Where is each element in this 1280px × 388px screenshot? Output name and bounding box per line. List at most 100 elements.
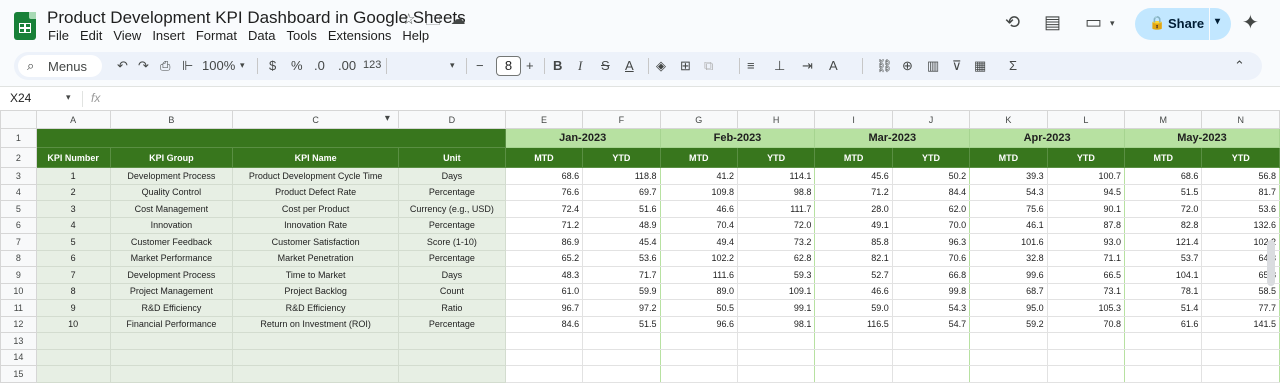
mtd-cell[interactable]: 49.4 — [659, 233, 738, 251]
mtd-cell[interactable]: 54.3 — [969, 183, 1048, 201]
kpi-number-cell[interactable]: 7 — [35, 266, 111, 284]
mtd-cell[interactable]: 82.8 — [1124, 216, 1203, 234]
ytd-header[interactable]: YTD — [1201, 147, 1280, 168]
empty-cell[interactable] — [659, 348, 738, 366]
select-all-corner[interactable] — [0, 110, 37, 129]
empty-cell[interactable] — [736, 348, 816, 366]
mtd-cell[interactable]: 61.0 — [504, 282, 584, 300]
kpi-group-cell[interactable]: Customer Feedback — [109, 233, 234, 251]
menu-edit[interactable]: Edit — [80, 28, 102, 43]
mtd-cell[interactable]: 109.8 — [659, 183, 738, 201]
zoom-select[interactable]: 100% — [202, 58, 235, 73]
kpi-number-cell[interactable]: 3 — [35, 200, 111, 218]
mtd-cell[interactable]: 96.7 — [504, 299, 584, 317]
column-header-b[interactable]: B — [109, 110, 234, 129]
version-history-icon[interactable]: ⟲ — [1005, 12, 1020, 33]
text-color-icon[interactable]: A — [625, 58, 634, 73]
mtd-cell[interactable]: 76.6 — [504, 183, 584, 201]
ytd-cell[interactable]: 50.2 — [891, 167, 971, 185]
column-header-h[interactable]: H — [736, 110, 816, 129]
ytd-cell[interactable]: 90.1 — [1046, 200, 1126, 218]
ytd-header[interactable]: YTD — [1046, 147, 1126, 168]
ytd-cell[interactable]: 99.1 — [736, 299, 816, 317]
mtd-header[interactable]: MTD — [814, 147, 893, 168]
kpi-number-cell[interactable]: 10 — [35, 315, 111, 333]
column-title[interactable]: KPI Name — [232, 147, 399, 168]
kpi-group-cell[interactable]: Financial Performance — [109, 315, 234, 333]
mtd-cell[interactable]: 70.4 — [659, 216, 738, 234]
mtd-cell[interactable]: 65.2 — [504, 249, 584, 267]
empty-cell[interactable] — [109, 348, 234, 366]
empty-cell[interactable] — [1124, 348, 1203, 366]
kpi-number-cell[interactable]: 2 — [35, 183, 111, 201]
insert-link-icon[interactable]: ⛓ — [876, 58, 893, 74]
empty-cell[interactable] — [232, 348, 399, 366]
ytd-cell[interactable]: 51.5 — [582, 315, 661, 333]
mtd-cell[interactable]: 84.6 — [504, 315, 584, 333]
ytd-cell[interactable]: 58.5 — [1201, 282, 1280, 300]
ytd-cell[interactable]: 45.4 — [582, 233, 661, 251]
column-header-j[interactable]: J — [891, 110, 971, 129]
column-header-m[interactable]: M — [1124, 110, 1203, 129]
more-formats-button[interactable]: 123 — [363, 59, 381, 71]
ytd-cell[interactable]: 72.0 — [736, 216, 816, 234]
kpi-name-cell[interactable]: Customer Satisfaction — [232, 233, 399, 251]
mtd-cell[interactable]: 48.3 — [504, 266, 584, 284]
mtd-cell[interactable]: 116.5 — [814, 315, 893, 333]
month-header[interactable]: Feb-2023 — [659, 128, 816, 148]
menu-tools[interactable]: Tools — [286, 28, 316, 43]
column-title[interactable]: KPI Number — [35, 147, 111, 168]
mtd-cell[interactable]: 111.6 — [659, 266, 738, 284]
kpi-name-cell[interactable]: Cost per Product — [232, 200, 399, 218]
empty-cell[interactable] — [1124, 365, 1203, 383]
row-header[interactable]: 2 — [0, 147, 37, 168]
print-icon[interactable]: ⎙ — [160, 58, 170, 74]
empty-cell[interactable] — [659, 365, 738, 383]
mtd-cell[interactable]: 39.3 — [969, 167, 1048, 185]
ytd-cell[interactable]: 93.0 — [1046, 233, 1126, 251]
filter-views-icon[interactable]: ▦ — [974, 58, 986, 74]
empty-cell[interactable] — [736, 365, 816, 383]
mtd-cell[interactable]: 45.6 — [814, 167, 893, 185]
mtd-cell[interactable]: 85.8 — [814, 233, 893, 251]
empty-cell[interactable] — [814, 332, 893, 350]
unit-cell[interactable]: Percentage — [397, 249, 506, 267]
ytd-header[interactable]: YTD — [736, 147, 816, 168]
ytd-cell[interactable]: 73.1 — [1046, 282, 1126, 300]
kpi-header-band[interactable] — [35, 128, 506, 148]
empty-cell[interactable] — [232, 332, 399, 350]
row-header[interactable]: 8 — [0, 249, 37, 267]
column-title[interactable]: Unit — [397, 147, 506, 168]
row-header[interactable]: 3 — [0, 167, 37, 185]
ytd-cell[interactable]: 70.8 — [1046, 315, 1126, 333]
filter-icon[interactable]: ⊽ — [952, 58, 962, 74]
mtd-cell[interactable]: 95.0 — [969, 299, 1048, 317]
share-dropdown-icon[interactable]: ▾ — [1215, 16, 1220, 27]
mtd-cell[interactable]: 72.4 — [504, 200, 584, 218]
ytd-cell[interactable]: 48.9 — [582, 216, 661, 234]
ytd-cell[interactable]: 71.1 — [1046, 249, 1126, 267]
row-header[interactable]: 7 — [0, 233, 37, 251]
mtd-cell[interactable]: 59.0 — [814, 299, 893, 317]
unit-cell[interactable]: Score (1-10) — [397, 233, 506, 251]
month-header[interactable]: Mar-2023 — [814, 128, 971, 148]
ytd-cell[interactable]: 54.7 — [891, 315, 971, 333]
unit-cell[interactable]: Days — [397, 167, 506, 185]
row-header[interactable]: 4 — [0, 183, 37, 201]
empty-cell[interactable] — [109, 332, 234, 350]
ytd-cell[interactable]: 66.8 — [891, 266, 971, 284]
ytd-cell[interactable]: 118.8 — [582, 167, 661, 185]
undo-icon[interactable]: ↶ — [117, 58, 128, 74]
kpi-group-cell[interactable]: Innovation — [109, 216, 234, 234]
menu-file[interactable]: File — [48, 28, 69, 43]
mtd-cell[interactable]: 49.1 — [814, 216, 893, 234]
row-header[interactable]: 9 — [0, 266, 37, 284]
insert-comment-icon[interactable]: ⊕ — [902, 58, 913, 74]
kpi-name-cell[interactable]: Return on Investment (ROI) — [232, 315, 399, 333]
column-menu-icon[interactable]: ▾ — [385, 113, 390, 124]
increase-font-size-icon[interactable]: + — [526, 58, 534, 73]
meet-dropdown-icon[interactable]: ▾ — [1110, 18, 1115, 29]
row-header[interactable]: 1 — [0, 128, 37, 148]
row-header[interactable]: 6 — [0, 216, 37, 234]
mtd-cell[interactable]: 50.5 — [659, 299, 738, 317]
